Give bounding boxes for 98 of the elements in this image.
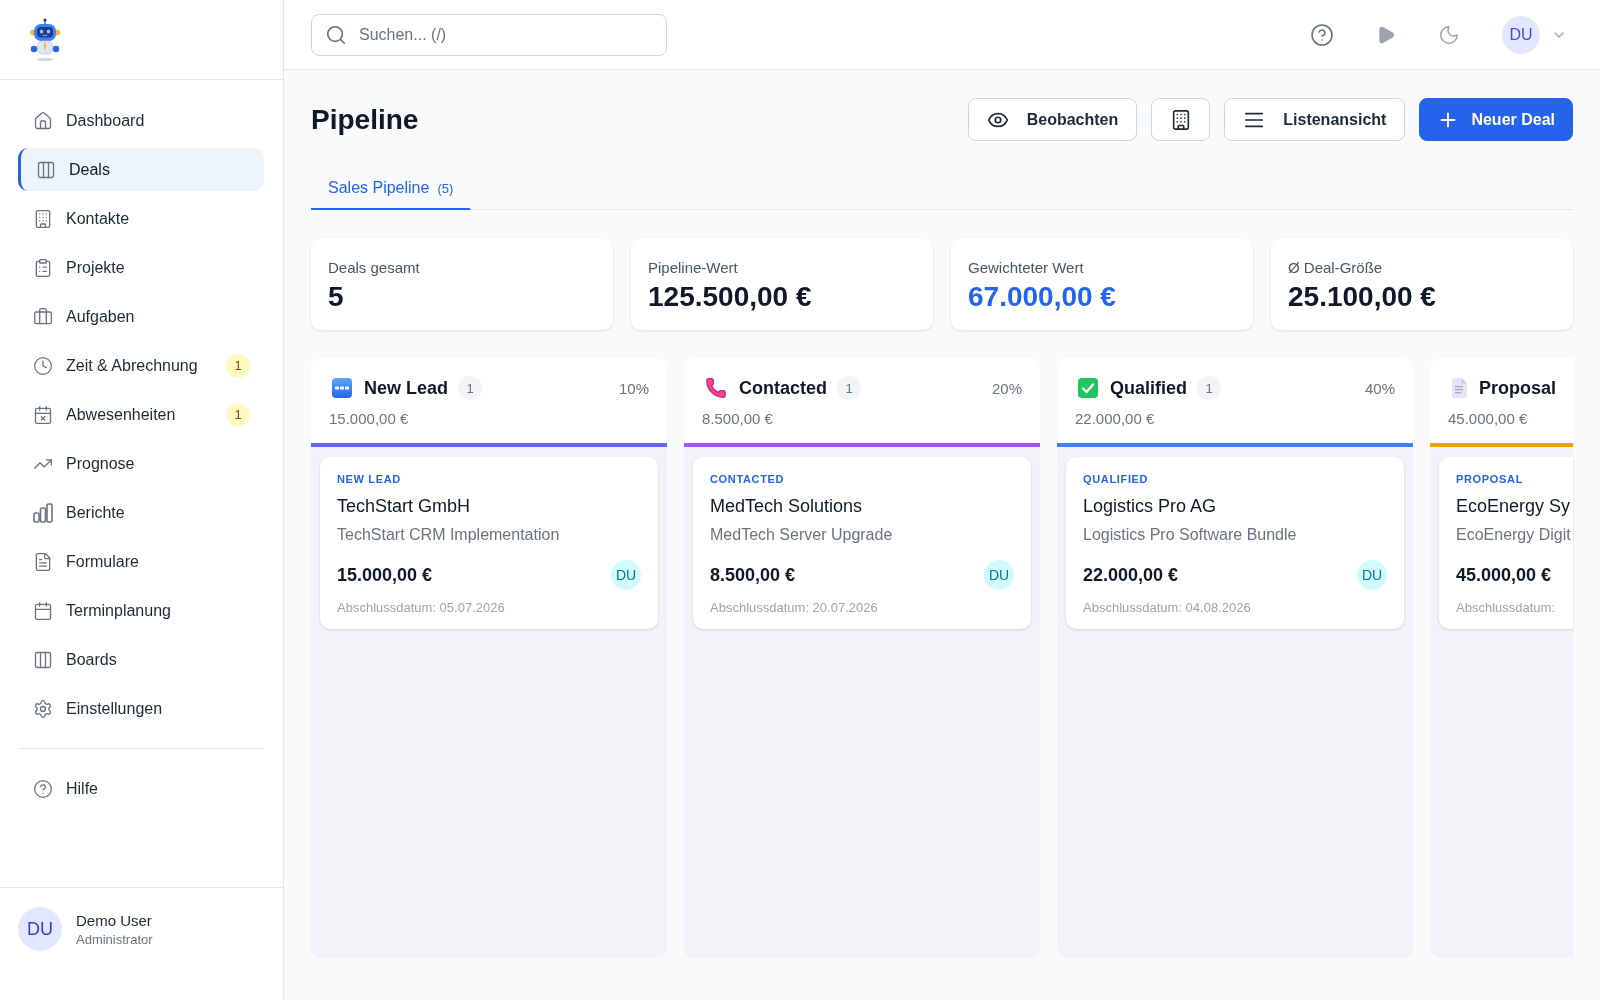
icon-button[interactable] bbox=[1151, 98, 1211, 141]
company-name: Logistics Pro AG bbox=[1083, 495, 1218, 518]
stat-value: 67.000,00 € bbox=[968, 280, 1117, 314]
document-icon bbox=[1451, 378, 1467, 398]
deal-card[interactable]: CONTACTED MedTech Solutions MedTech Server Upgrade 8.500,00 € DU Abschlussdatum: 20.07.2026 bbox=[693, 457, 1031, 629]
deal-title: MedTech Server Upgrade bbox=[710, 525, 894, 545]
deal-amount: 8.500,00 € bbox=[710, 564, 796, 586]
stat-value: 25.100,00 € bbox=[1288, 280, 1437, 314]
search-field[interactable]: Suchen... (/) bbox=[311, 13, 667, 56]
company-name: MedTech Solutions bbox=[710, 495, 864, 518]
stat-label: Gewichteter Wert bbox=[968, 258, 1085, 278]
toolbar-button[interactable]: Beobachten bbox=[967, 98, 1138, 141]
stat-value: 125.500,00 € bbox=[648, 280, 813, 314]
count-badge: 1 bbox=[1197, 376, 1221, 400]
nav-item[interactable]: Formulare bbox=[18, 540, 264, 583]
calendar-x-icon bbox=[33, 404, 53, 425]
settings-icon bbox=[33, 698, 53, 719]
calendar-icon bbox=[33, 600, 53, 621]
building-icon bbox=[33, 208, 53, 229]
close-date: Abschlussdatum: 04.08.2026 bbox=[1083, 599, 1252, 617]
help-icon bbox=[33, 778, 53, 799]
phone-icon bbox=[705, 377, 727, 399]
owner-avatar: DU bbox=[984, 560, 1014, 590]
robot-logo bbox=[29, 17, 61, 62]
moon-icon[interactable] bbox=[1438, 23, 1460, 46]
house-icon bbox=[33, 110, 53, 131]
user-name: Demo User bbox=[76, 911, 153, 929]
count-badge: 1 bbox=[226, 353, 250, 378]
nav-item[interactable]: Terminplanung bbox=[18, 589, 264, 632]
check-icon bbox=[1078, 378, 1098, 398]
nav-item[interactable]: Prognose bbox=[18, 442, 264, 485]
help-icon[interactable] bbox=[1310, 22, 1334, 47]
columns-icon bbox=[36, 159, 56, 180]
user-role: Administrator bbox=[76, 931, 153, 947]
new-deal-button[interactable]: Neuer Deal bbox=[1419, 98, 1573, 141]
stage-title: Contacted bbox=[739, 377, 827, 399]
nav-item[interactable]: Zeit & Abrechnung 1 bbox=[18, 344, 264, 387]
deal-stage: QUALIFIED bbox=[1083, 472, 1150, 486]
nav-item[interactable]: Hilfe bbox=[18, 767, 264, 810]
deal-title: TechStart CRM Implementation bbox=[337, 525, 561, 545]
tab[interactable]: Sales Pipeline (5) bbox=[311, 167, 471, 210]
play-icon[interactable] bbox=[1376, 24, 1396, 45]
nav-item[interactable]: Kontakte bbox=[18, 197, 264, 240]
count-badge: 1 bbox=[837, 376, 861, 400]
stage-probability: 10% bbox=[618, 379, 649, 397]
count-badge: 1 bbox=[458, 376, 483, 400]
stat-label: Ø Deal-Größe bbox=[1288, 258, 1384, 278]
owner-avatar: DU bbox=[611, 560, 641, 590]
stage-probability: 40% bbox=[1364, 379, 1395, 397]
columns-icon bbox=[33, 649, 53, 670]
bar-chart-icon bbox=[33, 502, 53, 523]
owner-avatar: DU bbox=[1357, 560, 1387, 590]
nav-item[interactable]: Berichte bbox=[18, 491, 264, 534]
nav-item[interactable]: Boards bbox=[18, 638, 264, 681]
deal-stage: PROPOSAL bbox=[1456, 472, 1524, 486]
count-badge: 1 bbox=[226, 402, 250, 427]
company-name: TechStart GmbH bbox=[337, 495, 472, 518]
search-icon bbox=[325, 23, 347, 46]
stage-probability: 20% bbox=[991, 379, 1022, 397]
user-avatar: DU bbox=[18, 907, 62, 951]
close-date: Abschlussdatum: 20.07.2026 bbox=[710, 599, 879, 617]
clock-icon bbox=[33, 355, 53, 376]
deal-title: EcoEnergy Digit bbox=[1456, 525, 1572, 545]
page-title: Pipeline bbox=[311, 103, 419, 136]
user-avatar[interactable]: DU bbox=[1502, 15, 1540, 54]
company-name: EcoEnergy Sy bbox=[1456, 495, 1572, 518]
deal-card[interactable]: NEW LEAD TechStart GmbH TechStart CRM Implementation 15.000,00 € DU Abschlussdatum: 05.07.2026 bbox=[320, 457, 658, 629]
deal-amount: 15.000,00 € bbox=[337, 564, 433, 586]
stage-title: Proposal bbox=[1479, 377, 1557, 399]
tile-icon bbox=[332, 378, 352, 398]
close-date: Abschlussdatum: 05.07.2026 bbox=[337, 599, 506, 617]
stat-label: Deals gesamt bbox=[328, 258, 421, 278]
stat-value: 5 bbox=[328, 280, 345, 314]
stage-amount: 45.000,00 € bbox=[1448, 409, 1529, 429]
stage-amount: 8.500,00 € bbox=[702, 409, 774, 429]
deal-title: Logistics Pro Software Bundle bbox=[1083, 525, 1298, 545]
document-icon bbox=[33, 551, 53, 572]
nav-item[interactable]: Deals bbox=[18, 148, 264, 191]
deal-stage: NEW LEAD bbox=[337, 472, 402, 486]
nav-item[interactable]: Abwesenheiten 1 bbox=[18, 393, 264, 436]
deal-stage: CONTACTED bbox=[710, 472, 786, 486]
stage-title: New Lead bbox=[364, 377, 449, 399]
clipboard-icon bbox=[33, 257, 53, 278]
stat-label: Pipeline-Wert bbox=[648, 258, 739, 278]
deal-card[interactable]: PROPOSAL EcoEnergy Sy EcoEnergy Digit 45.000,00 € Abschlussdatum: bbox=[1439, 457, 1573, 629]
stage-title: Qualified bbox=[1110, 377, 1187, 399]
nav-item[interactable]: Aufgaben bbox=[18, 295, 264, 338]
nav-item[interactable]: Projekte bbox=[18, 246, 264, 289]
deal-card[interactable]: QUALIFIED Logistics Pro AG Logistics Pro Software Bundle 22.000,00 € DU Abschlussdatum: 04.08.2026 bbox=[1066, 457, 1404, 629]
close-date: Abschlussdatum: bbox=[1456, 599, 1556, 617]
stage-amount: 22.000,00 € bbox=[1075, 409, 1156, 429]
stage-amount: 15.000,00 € bbox=[329, 409, 410, 429]
deal-amount: 22.000,00 € bbox=[1083, 564, 1179, 586]
nav-item[interactable]: Einstellungen bbox=[18, 687, 264, 730]
deal-amount: 45.000,00 € bbox=[1456, 564, 1552, 586]
toolbar-button[interactable]: Listenansicht bbox=[1224, 98, 1406, 141]
briefcase-icon bbox=[33, 306, 53, 327]
nav-item[interactable]: Dashboard bbox=[18, 99, 264, 142]
